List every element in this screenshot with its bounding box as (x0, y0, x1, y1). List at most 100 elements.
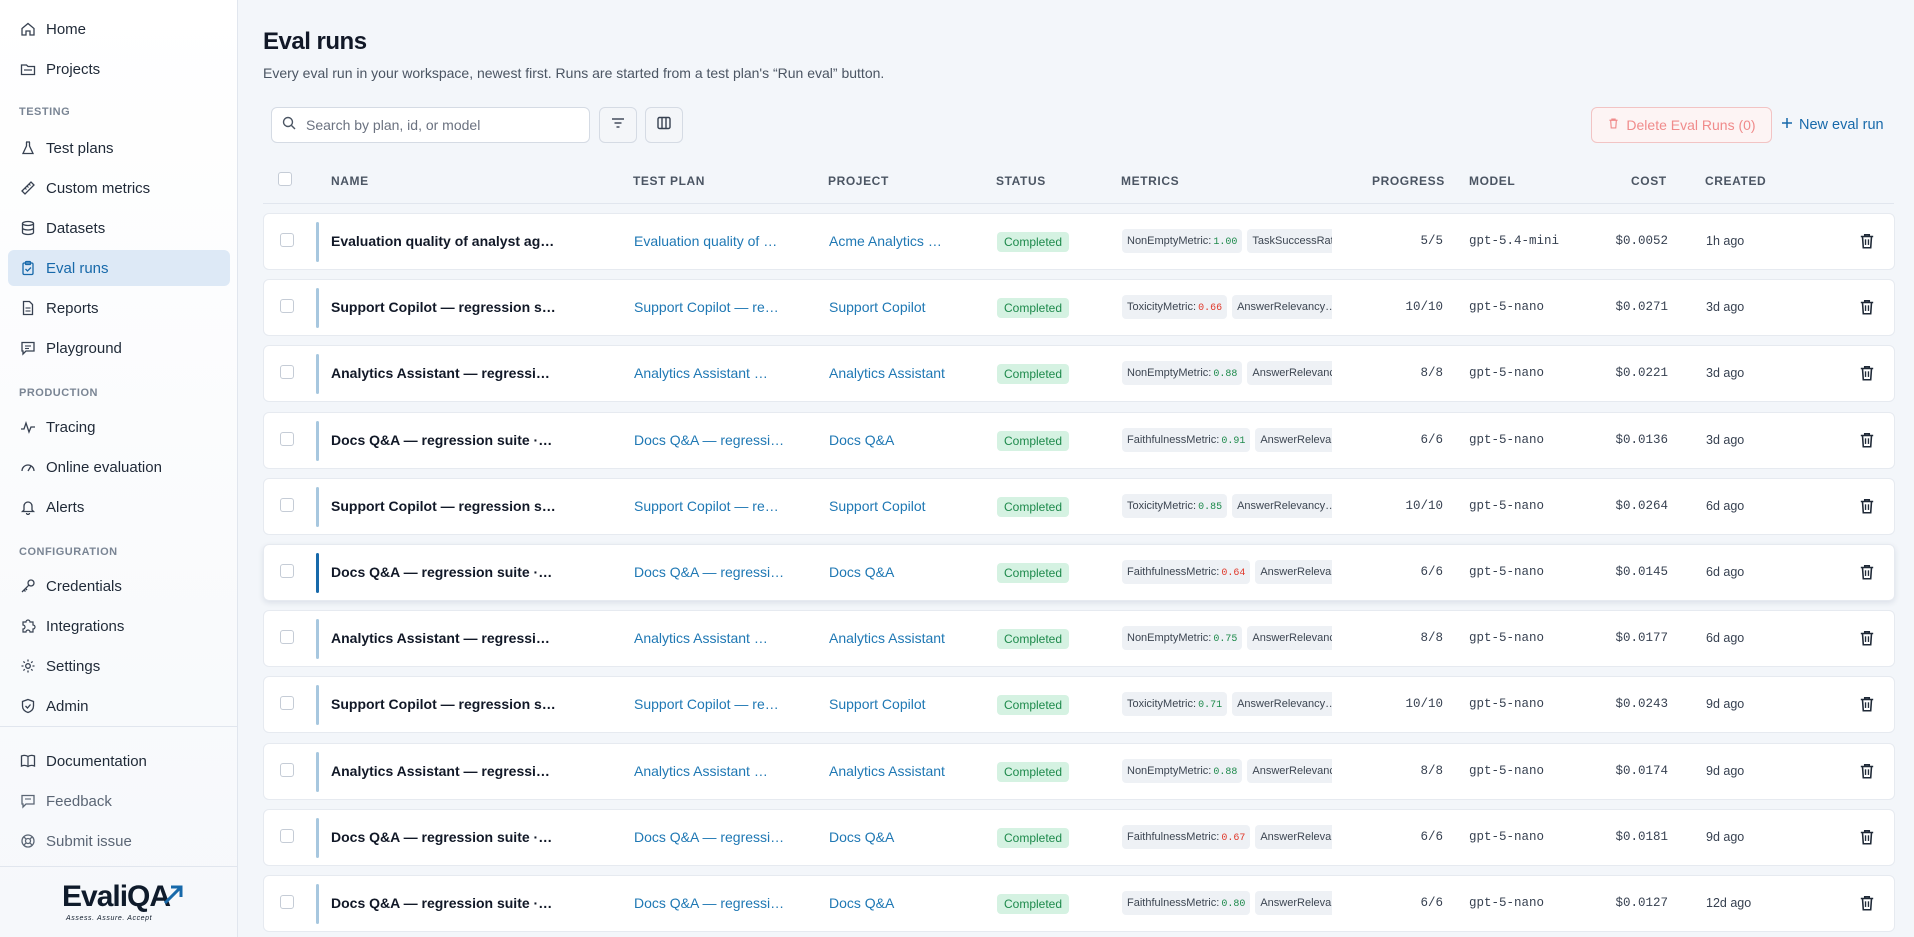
table-row[interactable]: Analytics Assistant — regression suit… An… (263, 345, 1895, 402)
column-header-test-plan[interactable]: TEST PLAN (633, 174, 705, 188)
sidebar-item-online-evaluation[interactable]: Online evaluation (8, 449, 230, 485)
table-row[interactable]: Support Copilot — regression suite · … Su… (263, 676, 1895, 733)
test-plan-link[interactable]: Analytics Assistant … (634, 365, 794, 381)
sidebar-item-projects[interactable]: Projects (8, 51, 230, 87)
column-header-name[interactable]: NAME (331, 174, 369, 188)
run-name[interactable]: Evaluation quality of analyst agent · 7… (331, 233, 556, 249)
project-link[interactable]: Docs Q&A (829, 829, 959, 845)
delete-row-button[interactable] (1858, 629, 1876, 647)
row-checkbox[interactable] (280, 829, 294, 843)
sidebar-item-submit-issue[interactable]: Submit issue (8, 823, 230, 859)
delete-row-button[interactable] (1858, 563, 1876, 581)
delete-row-button[interactable] (1858, 298, 1876, 316)
delete-row-button[interactable] (1858, 232, 1876, 250)
sidebar-item-eval-runs[interactable]: Eval runs (8, 250, 230, 286)
sidebar-item-credentials[interactable]: Credentials (8, 568, 230, 604)
project-link[interactable]: Analytics Assistant (829, 630, 959, 646)
table-row[interactable]: Docs Q&A — regression suite · ee228… Docs… (263, 412, 1895, 469)
column-header-cost[interactable]: COST (1631, 174, 1667, 188)
sidebar-item-datasets[interactable]: Datasets (8, 210, 230, 246)
row-checkbox[interactable] (280, 895, 294, 909)
delete-eval-runs-button[interactable]: Delete Eval Runs (0) (1591, 107, 1772, 143)
row-checkbox[interactable] (280, 630, 294, 644)
project-link[interactable]: Support Copilot (829, 299, 959, 315)
sidebar-item-reports[interactable]: Reports (8, 290, 230, 326)
delete-row-button[interactable] (1858, 894, 1876, 912)
table-row[interactable]: Support Copilot — regression suite · … Su… (263, 279, 1895, 336)
run-name[interactable]: Docs Q&A — regression suite · 8d88… (331, 564, 556, 580)
table-row[interactable]: Docs Q&A — regression suite · f091fd… Doc… (263, 875, 1895, 932)
project-link[interactable]: Docs Q&A (829, 432, 959, 448)
sidebar-item-admin[interactable]: Admin (8, 688, 230, 724)
column-header-progress[interactable]: PROGRESS (1372, 174, 1445, 188)
run-name[interactable]: Support Copilot — regression suite · … (331, 696, 556, 712)
test-plan-link[interactable]: Evaluation quality of … (634, 233, 794, 249)
column-header-status[interactable]: STATUS (996, 174, 1046, 188)
project-link[interactable]: Acme Analytics … (829, 233, 959, 249)
delete-row-button[interactable] (1858, 497, 1876, 515)
row-checkbox[interactable] (280, 498, 294, 512)
row-checkbox[interactable] (280, 564, 294, 578)
delete-row-button[interactable] (1858, 828, 1876, 846)
sidebar-item-documentation[interactable]: Documentation (8, 743, 230, 779)
project-link[interactable]: Docs Q&A (829, 564, 959, 580)
column-header-project[interactable]: PROJECT (828, 174, 889, 188)
row-checkbox[interactable] (280, 365, 294, 379)
sidebar-item-playground[interactable]: Playground (8, 330, 230, 366)
row-checkbox[interactable] (280, 432, 294, 446)
run-name[interactable]: Docs Q&A — regression suite · f091fd… (331, 895, 556, 911)
delete-row-button[interactable] (1858, 762, 1876, 780)
table-row[interactable]: Docs Q&A — regression suite · ac47c… Docs… (263, 809, 1895, 866)
test-plan-link[interactable]: Analytics Assistant … (634, 630, 794, 646)
test-plan-link[interactable]: Support Copilot — re… (634, 299, 794, 315)
columns-button[interactable] (645, 107, 683, 143)
run-name[interactable]: Analytics Assistant — regression suit… (331, 630, 556, 646)
sidebar-item-integrations[interactable]: Integrations (8, 608, 230, 644)
delete-row-button[interactable] (1858, 431, 1876, 449)
search-input[interactable] (306, 117, 576, 133)
table-row[interactable]: Analytics Assistant — regression suit… An… (263, 743, 1895, 800)
run-name[interactable]: Docs Q&A — regression suite · ee228… (331, 432, 556, 448)
run-name[interactable]: Analytics Assistant — regression suit… (331, 763, 556, 779)
project-link[interactable]: Support Copilot (829, 498, 959, 514)
row-checkbox[interactable] (280, 696, 294, 710)
filter-button[interactable] (599, 107, 637, 143)
table-row[interactable]: Analytics Assistant — regression suit… An… (263, 610, 1895, 667)
run-name[interactable]: Docs Q&A — regression suite · ac47c… (331, 829, 556, 845)
new-eval-run-button[interactable]: New eval run (1781, 107, 1884, 143)
row-checkbox[interactable] (280, 299, 294, 313)
table-row[interactable]: Evaluation quality of analyst agent · 7…… (263, 213, 1895, 270)
sidebar-item-tracing[interactable]: Tracing (8, 409, 230, 445)
project-link[interactable]: Support Copilot (829, 696, 959, 712)
test-plan-link[interactable]: Support Copilot — re… (634, 498, 794, 514)
sidebar-item-test-plans[interactable]: Test plans (8, 130, 230, 166)
select-all-checkbox[interactable] (278, 172, 292, 186)
delete-row-button[interactable] (1858, 364, 1876, 382)
run-name[interactable]: Support Copilot — regression suite · … (331, 299, 556, 315)
column-header-created[interactable]: CREATED (1705, 174, 1766, 188)
run-name[interactable]: Support Copilot — regression suite · … (331, 498, 556, 514)
row-checkbox[interactable] (280, 763, 294, 777)
column-header-model[interactable]: MODEL (1469, 174, 1515, 188)
project-link[interactable]: Analytics Assistant (829, 763, 959, 779)
project-link[interactable]: Analytics Assistant (829, 365, 959, 381)
run-name[interactable]: Analytics Assistant — regression suit… (331, 365, 556, 381)
test-plan-link[interactable]: Support Copilot — re… (634, 696, 794, 712)
sidebar-item-home[interactable]: Home (8, 11, 230, 47)
sidebar-item-feedback[interactable]: Feedback (8, 783, 230, 819)
sidebar-item-custom-metrics[interactable]: Custom metrics (8, 170, 230, 206)
test-plan-link[interactable]: Docs Q&A — regressi… (634, 432, 794, 448)
project-link[interactable]: Docs Q&A (829, 895, 959, 911)
sidebar-item-alerts[interactable]: Alerts (8, 489, 230, 525)
table-row[interactable]: Docs Q&A — regression suite · 8d88… Docs … (263, 544, 1895, 601)
delete-row-button[interactable] (1858, 695, 1876, 713)
test-plan-link[interactable]: Docs Q&A — regressi… (634, 895, 794, 911)
row-checkbox[interactable] (280, 233, 294, 247)
test-plan-link[interactable]: Docs Q&A — regressi… (634, 564, 794, 580)
table-row[interactable]: Support Copilot — regression suite · … Su… (263, 478, 1895, 535)
test-plan-link[interactable]: Analytics Assistant … (634, 763, 794, 779)
test-plan-link[interactable]: Docs Q&A — regressi… (634, 829, 794, 845)
search-box[interactable] (271, 107, 590, 143)
sidebar-item-settings[interactable]: Settings (8, 648, 230, 684)
column-header-metrics[interactable]: METRICS (1121, 174, 1179, 188)
